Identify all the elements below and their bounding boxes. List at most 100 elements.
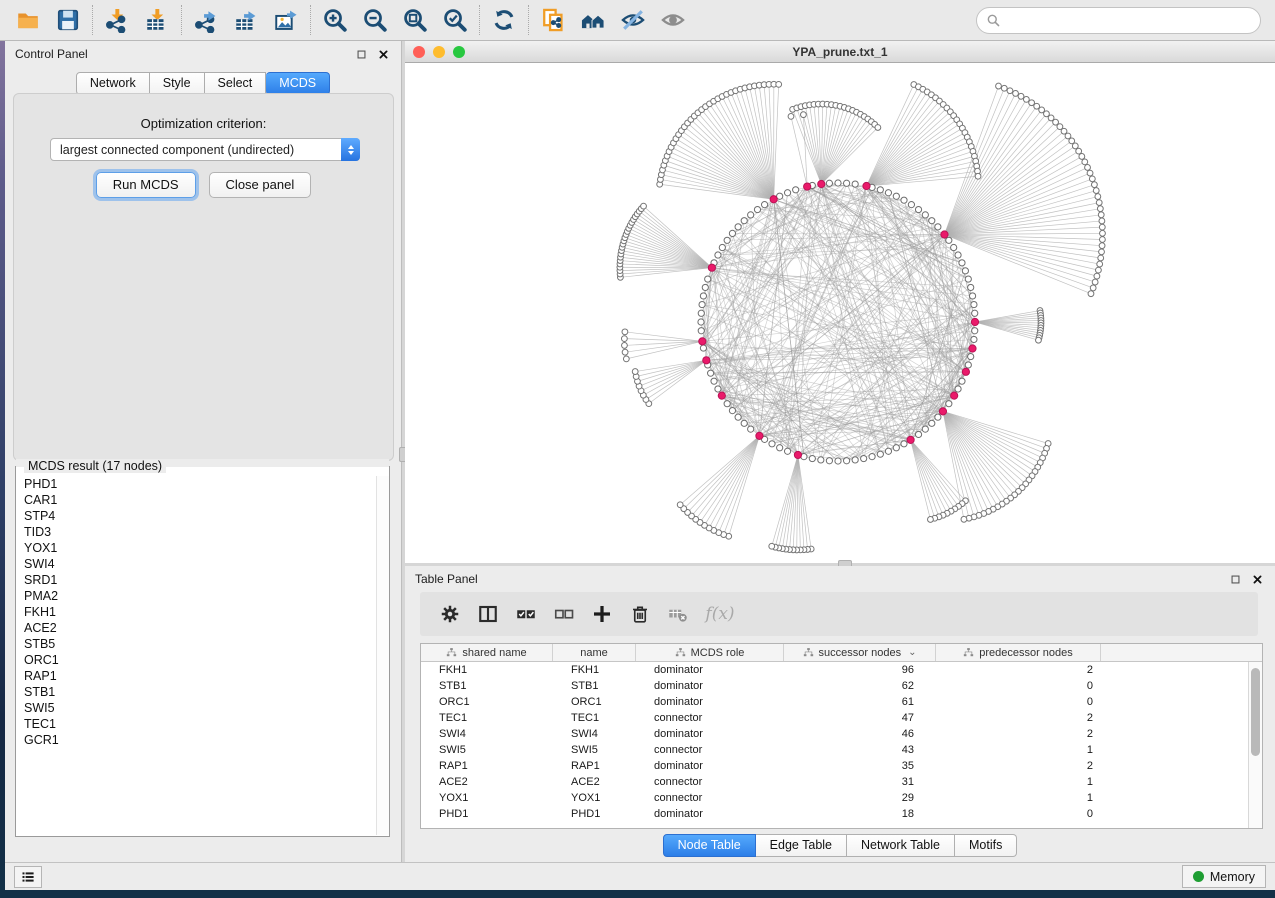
network-node[interactable] xyxy=(719,244,725,250)
tab-network[interactable]: Network xyxy=(76,72,150,95)
network-leaf-node[interactable] xyxy=(1098,212,1104,218)
network-node[interactable] xyxy=(826,180,832,186)
mcds-hub-node[interactable] xyxy=(708,264,715,271)
network-node[interactable] xyxy=(700,345,706,351)
table-row[interactable]: PHD1PHD1dominator180 xyxy=(421,806,1248,822)
network-node[interactable] xyxy=(929,420,935,426)
mcds-result-item[interactable]: CAR1 xyxy=(17,492,375,508)
mcds-result-item[interactable]: PMA2 xyxy=(17,588,375,604)
mcds-hub-node[interactable] xyxy=(718,392,725,399)
network-leaf-node[interactable] xyxy=(1099,237,1105,243)
network-node[interactable] xyxy=(901,197,907,203)
close-table-panel-icon[interactable] xyxy=(1249,571,1265,587)
network-node[interactable] xyxy=(965,362,971,368)
table-row[interactable]: SWI5SWI5connector431 xyxy=(421,742,1248,758)
table-row[interactable]: SWI4SWI4dominator462 xyxy=(421,726,1248,742)
network-leaf-node[interactable] xyxy=(875,125,881,131)
network-leaf-node[interactable] xyxy=(1095,194,1101,200)
memory-button[interactable]: Memory xyxy=(1182,865,1266,888)
network-node[interactable] xyxy=(971,301,977,307)
mcds-result-item[interactable]: GCR1 xyxy=(17,732,375,748)
refresh-icon[interactable] xyxy=(484,3,524,37)
mcds-result-item[interactable]: ACE2 xyxy=(17,620,375,636)
network-leaf-node[interactable] xyxy=(1088,291,1094,297)
network-node[interactable] xyxy=(885,190,891,196)
network-leaf-node[interactable] xyxy=(1018,93,1024,99)
tab-motifs[interactable]: Motifs xyxy=(955,834,1017,857)
mcds-result-item[interactable]: YOX1 xyxy=(17,540,375,556)
network-leaf-node[interactable] xyxy=(1029,100,1035,106)
network-node[interactable] xyxy=(724,237,730,243)
network-node[interactable] xyxy=(922,212,928,218)
deselect-all-icon[interactable] xyxy=(548,598,580,630)
add-row-icon[interactable] xyxy=(586,598,618,630)
hide-selected-icon[interactable] xyxy=(613,3,653,37)
export-network-icon[interactable] xyxy=(186,3,226,37)
network-leaf-node[interactable] xyxy=(1097,261,1103,267)
mcds-hub-node[interactable] xyxy=(699,338,706,345)
zoom-fit-icon[interactable] xyxy=(395,3,435,37)
network-node[interactable] xyxy=(769,441,775,447)
network-node[interactable] xyxy=(761,202,767,208)
network-leaf-node[interactable] xyxy=(1099,249,1105,255)
network-leaf-node[interactable] xyxy=(1087,170,1093,176)
import-table-icon[interactable] xyxy=(137,3,177,37)
network-node[interactable] xyxy=(708,370,714,376)
network-leaf-node[interactable] xyxy=(1092,279,1098,285)
network-node[interactable] xyxy=(698,319,704,325)
network-node[interactable] xyxy=(698,310,704,316)
network-node[interactable] xyxy=(793,187,799,193)
mcds-hub-node[interactable] xyxy=(703,357,710,364)
gear-icon[interactable] xyxy=(434,598,466,630)
network-node[interactable] xyxy=(724,401,730,407)
network-node[interactable] xyxy=(929,218,935,224)
table-row[interactable]: FKH1FKH1dominator962 xyxy=(421,662,1248,678)
network-leaf-node[interactable] xyxy=(1094,273,1100,279)
network-leaf-node[interactable] xyxy=(641,203,647,209)
network-node[interactable] xyxy=(922,426,928,432)
mcds-result-item[interactable]: PHD1 xyxy=(17,476,375,492)
run-mcds-button[interactable]: Run MCDS xyxy=(96,172,196,198)
network-leaf-node[interactable] xyxy=(961,516,967,522)
float-table-panel-icon[interactable] xyxy=(1227,571,1243,587)
mcds-result-item[interactable]: FKH1 xyxy=(17,604,375,620)
table-row[interactable]: ACE2ACE2connector311 xyxy=(421,774,1248,790)
network-node[interactable] xyxy=(702,284,708,290)
network-node[interactable] xyxy=(784,448,790,454)
network-leaf-node[interactable] xyxy=(632,369,638,375)
mcds-hub-node[interactable] xyxy=(907,436,914,443)
network-node[interactable] xyxy=(705,276,711,282)
network-node[interactable] xyxy=(946,237,952,243)
network-node[interactable] xyxy=(748,426,754,432)
network-node[interactable] xyxy=(852,457,858,463)
network-node[interactable] xyxy=(826,458,832,464)
network-node[interactable] xyxy=(741,218,747,224)
open-file-icon[interactable] xyxy=(8,3,48,37)
network-node[interactable] xyxy=(754,206,760,212)
export-table-icon[interactable] xyxy=(226,3,266,37)
network-leaf-node[interactable] xyxy=(1036,337,1042,343)
network-leaf-node[interactable] xyxy=(928,517,934,523)
network-leaf-node[interactable] xyxy=(1100,230,1106,236)
network-node[interactable] xyxy=(715,386,721,392)
network-leaf-node[interactable] xyxy=(1090,285,1096,291)
network-node[interactable] xyxy=(893,445,899,451)
close-panel-button[interactable]: Close panel xyxy=(209,172,312,198)
mcds-hub-node[interactable] xyxy=(756,432,763,439)
column-header-name[interactable]: name xyxy=(553,644,636,661)
network-node[interactable] xyxy=(908,202,914,208)
search-input[interactable] xyxy=(1001,10,1260,32)
task-history-button[interactable] xyxy=(14,866,42,888)
copy-style-icon[interactable] xyxy=(533,3,573,37)
network-node[interactable] xyxy=(835,180,841,186)
network-leaf-node[interactable] xyxy=(1023,97,1029,103)
delete-table-icon[interactable] xyxy=(662,598,694,630)
network-canvas[interactable] xyxy=(405,63,1275,563)
network-leaf-node[interactable] xyxy=(1098,255,1104,261)
mcds-result-item[interactable]: TID3 xyxy=(17,524,375,540)
network-node[interactable] xyxy=(715,252,721,258)
network-node[interactable] xyxy=(972,328,978,334)
mcds-hub-node[interactable] xyxy=(770,196,777,203)
network-node[interactable] xyxy=(959,378,965,384)
network-leaf-node[interactable] xyxy=(622,349,628,355)
